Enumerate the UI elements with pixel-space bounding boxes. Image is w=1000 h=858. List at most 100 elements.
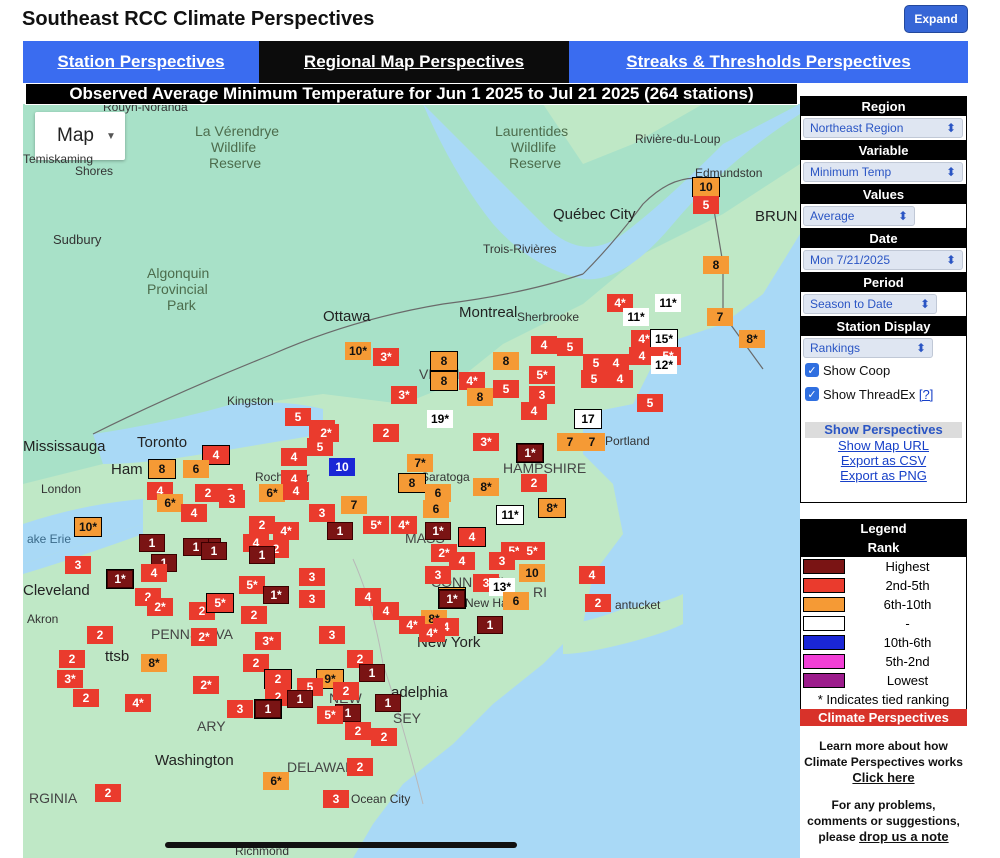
station-marker[interactable]: 1* bbox=[438, 589, 466, 609]
station-marker[interactable]: 11* bbox=[623, 308, 649, 326]
station-marker[interactable]: 4 bbox=[281, 448, 307, 466]
station-marker[interactable]: 1 bbox=[201, 542, 227, 560]
export-csv-link[interactable]: Export as CSV bbox=[801, 453, 966, 468]
show-map-url-link[interactable]: Show Map URL bbox=[801, 438, 966, 453]
station-marker[interactable]: 7 bbox=[579, 433, 605, 451]
station-marker[interactable]: 2 bbox=[73, 689, 99, 707]
station-marker[interactable]: 4* bbox=[391, 516, 417, 534]
station-marker[interactable]: 3 bbox=[309, 504, 335, 522]
region-select[interactable]: Northeast Region ⬍ bbox=[803, 118, 963, 138]
station-marker[interactable]: 1* bbox=[425, 522, 451, 540]
station-marker[interactable]: 7* bbox=[407, 454, 433, 472]
station-marker[interactable]: 5 bbox=[557, 338, 583, 356]
station-marker[interactable]: 4 bbox=[283, 482, 309, 500]
station-marker[interactable]: 2 bbox=[249, 516, 275, 534]
show-threadex-checkbox[interactable]: ✓ Show ThreadEx [?] bbox=[801, 382, 966, 406]
station-marker[interactable]: 12* bbox=[651, 356, 677, 374]
date-select[interactable]: Mon 7/21/2025 ⬍ bbox=[803, 250, 963, 270]
station-marker[interactable]: 1 bbox=[359, 664, 385, 682]
station-marker[interactable]: 11* bbox=[496, 505, 524, 525]
tab-station-perspectives[interactable]: Station Perspectives bbox=[23, 41, 259, 83]
station-marker[interactable]: 10 bbox=[329, 458, 355, 476]
station-marker[interactable]: 6 bbox=[183, 460, 209, 478]
station-marker[interactable]: 2 bbox=[347, 758, 373, 776]
station-marker[interactable]: 2 bbox=[345, 722, 371, 740]
learn-more-link[interactable]: Click here bbox=[800, 770, 967, 786]
station-marker[interactable]: 1 bbox=[375, 694, 401, 712]
period-select[interactable]: Season to Date ⬍ bbox=[803, 294, 937, 314]
station-marker[interactable]: 3 bbox=[227, 700, 253, 718]
station-marker[interactable]: 3 bbox=[219, 490, 245, 508]
station-marker[interactable]: 8 bbox=[148, 459, 176, 479]
station-marker[interactable]: 3 bbox=[489, 552, 515, 570]
show-perspectives-button[interactable]: Show Perspectives bbox=[805, 422, 962, 438]
show-coop-checkbox[interactable]: ✓ Show Coop bbox=[801, 358, 966, 382]
station-marker[interactable]: 5 bbox=[581, 370, 607, 388]
station-marker[interactable]: 2* bbox=[147, 598, 173, 616]
station-marker[interactable]: 6* bbox=[263, 772, 289, 790]
station-marker[interactable]: 4 bbox=[607, 370, 633, 388]
station-marker[interactable]: 6* bbox=[157, 494, 183, 512]
station-marker[interactable]: 8* bbox=[739, 330, 765, 348]
station-marker[interactable]: 2 bbox=[87, 626, 113, 644]
station-marker[interactable]: 2 bbox=[373, 424, 399, 442]
station-marker[interactable]: 5* bbox=[239, 576, 265, 594]
station-marker[interactable]: 8 bbox=[703, 256, 729, 274]
station-marker[interactable]: 10* bbox=[345, 342, 371, 360]
station-marker[interactable]: 10 bbox=[519, 564, 545, 582]
station-marker[interactable]: 1 bbox=[249, 546, 275, 564]
export-png-link[interactable]: Export as PNG bbox=[801, 468, 966, 483]
station-marker[interactable]: 6* bbox=[259, 484, 285, 502]
station-marker[interactable]: 3* bbox=[473, 433, 499, 451]
station-marker[interactable]: 2 bbox=[95, 784, 121, 802]
station-marker[interactable]: 10 bbox=[692, 177, 720, 197]
station-marker[interactable]: 8 bbox=[493, 352, 519, 370]
station-marker[interactable]: 2 bbox=[371, 728, 397, 746]
station-display-select[interactable]: Rankings ⬍ bbox=[803, 338, 933, 358]
station-marker[interactable]: 5* bbox=[317, 706, 343, 724]
expand-button[interactable]: Expand bbox=[904, 5, 968, 33]
station-marker[interactable]: 8 bbox=[398, 473, 426, 493]
station-marker[interactable]: 5 bbox=[307, 438, 333, 456]
station-marker[interactable]: 8 bbox=[467, 388, 493, 406]
station-marker[interactable]: 4 bbox=[521, 402, 547, 420]
station-marker[interactable]: 1 bbox=[287, 690, 313, 708]
station-marker[interactable]: 8 bbox=[430, 351, 458, 371]
station-marker[interactable]: 5 bbox=[493, 380, 519, 398]
station-marker[interactable]: 6 bbox=[423, 500, 449, 518]
station-marker[interactable]: 2* bbox=[191, 628, 217, 646]
station-marker[interactable]: 7 bbox=[341, 496, 367, 514]
map-canvas[interactable]: Map ▼ La Vérendrye Wildlife Reserve Laur… bbox=[23, 104, 800, 858]
station-marker[interactable]: 4 bbox=[449, 552, 475, 570]
station-marker[interactable]: 8* bbox=[141, 654, 167, 672]
station-marker[interactable]: 2* bbox=[193, 676, 219, 694]
station-marker[interactable]: 1 bbox=[477, 616, 503, 634]
station-marker[interactable]: 17 bbox=[574, 409, 602, 429]
variable-select[interactable]: Minimum Temp ⬍ bbox=[803, 162, 963, 182]
station-marker[interactable]: 15* bbox=[650, 329, 678, 349]
station-marker[interactable]: 4 bbox=[373, 602, 399, 620]
station-marker[interactable]: 5 bbox=[285, 408, 311, 426]
station-marker[interactable]: 3 bbox=[65, 556, 91, 574]
station-marker[interactable]: 8* bbox=[538, 498, 566, 518]
station-marker[interactable]: 2 bbox=[333, 682, 359, 700]
tab-regional-map-perspectives[interactable]: Regional Map Perspectives bbox=[259, 41, 569, 83]
station-marker[interactable]: 1 bbox=[254, 699, 282, 719]
station-marker[interactable]: 4 bbox=[181, 504, 207, 522]
station-marker[interactable]: 4 bbox=[141, 564, 167, 582]
station-marker[interactable]: 5 bbox=[637, 394, 663, 412]
station-marker[interactable]: 3 bbox=[425, 566, 451, 584]
station-marker[interactable]: 2 bbox=[264, 669, 292, 689]
station-marker[interactable]: 1 bbox=[139, 534, 165, 552]
station-marker[interactable]: 8 bbox=[430, 371, 458, 391]
station-marker[interactable]: 19* bbox=[427, 410, 453, 428]
station-marker[interactable]: 4 bbox=[579, 566, 605, 584]
station-marker[interactable]: 4* bbox=[273, 522, 299, 540]
station-marker[interactable]: 10* bbox=[74, 517, 102, 537]
station-marker[interactable]: 3* bbox=[373, 348, 399, 366]
values-select[interactable]: Average ⬍ bbox=[803, 206, 915, 226]
station-marker[interactable]: 2 bbox=[241, 606, 267, 624]
station-marker[interactable]: 5* bbox=[529, 366, 555, 384]
station-marker[interactable]: 4* bbox=[125, 694, 151, 712]
station-marker[interactable]: 1* bbox=[516, 443, 544, 463]
